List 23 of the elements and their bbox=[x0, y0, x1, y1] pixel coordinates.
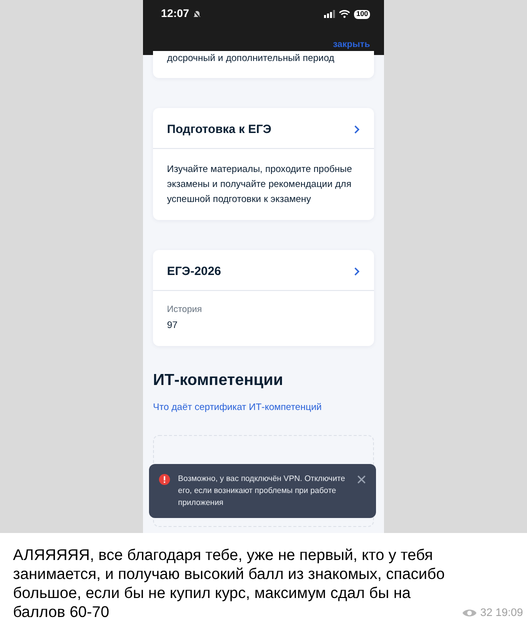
message-text: АЛЯЯЯЯЯ, все благодаря тебе, уже не первый, кто у тебя занимается, и получаю высокий балл из знакомых, спасибо большое, если бы не купил курс, максимум сдал бы на баллов 60-70 bbox=[13, 546, 446, 622]
card[interactable]: ЕГЭ-2026 История 97 bbox=[153, 250, 374, 346]
chevron-icon bbox=[354, 124, 360, 134]
card-text: досрочный и дополнительный период bbox=[167, 52, 336, 66]
wifi-icon bbox=[339, 10, 350, 18]
close-icon[interactable] bbox=[357, 475, 366, 484]
view-count: 32 bbox=[480, 607, 492, 619]
section-heading: ИТ-компетенции bbox=[153, 372, 284, 390]
message-time: 19:09 bbox=[495, 607, 523, 619]
subject-label: История bbox=[167, 304, 203, 314]
certificate-link[interactable]: Что даёт сертификат ИТ-компетенций bbox=[153, 402, 374, 413]
score-value: 97 bbox=[167, 319, 179, 333]
toast-text: Возможно, у вас подключён VPN. Отключите его, если возникают проблемы при работе приложения bbox=[178, 473, 346, 509]
muted-bell-icon bbox=[193, 10, 202, 18]
card-text: Изучайте материалы, проходите пробные экзамены и получайте рекомендации для успешной подготовки к экзамену bbox=[167, 163, 354, 207]
card[interactable]: Подготовка к ЕГЭ Изучайте материалы, проходите пробные экзамены и получайте рекомендации для успешной подготовки к экзамену bbox=[153, 108, 374, 220]
chevron-icon bbox=[354, 266, 360, 276]
eye-icon bbox=[462, 608, 478, 618]
clock: 12:07 bbox=[161, 8, 190, 20]
alert-icon bbox=[159, 474, 170, 485]
card-title: Подготовка к ЕГЭ bbox=[167, 122, 272, 136]
signal-icon bbox=[324, 10, 336, 18]
card-title: ЕГЭ-2026 bbox=[167, 264, 222, 278]
